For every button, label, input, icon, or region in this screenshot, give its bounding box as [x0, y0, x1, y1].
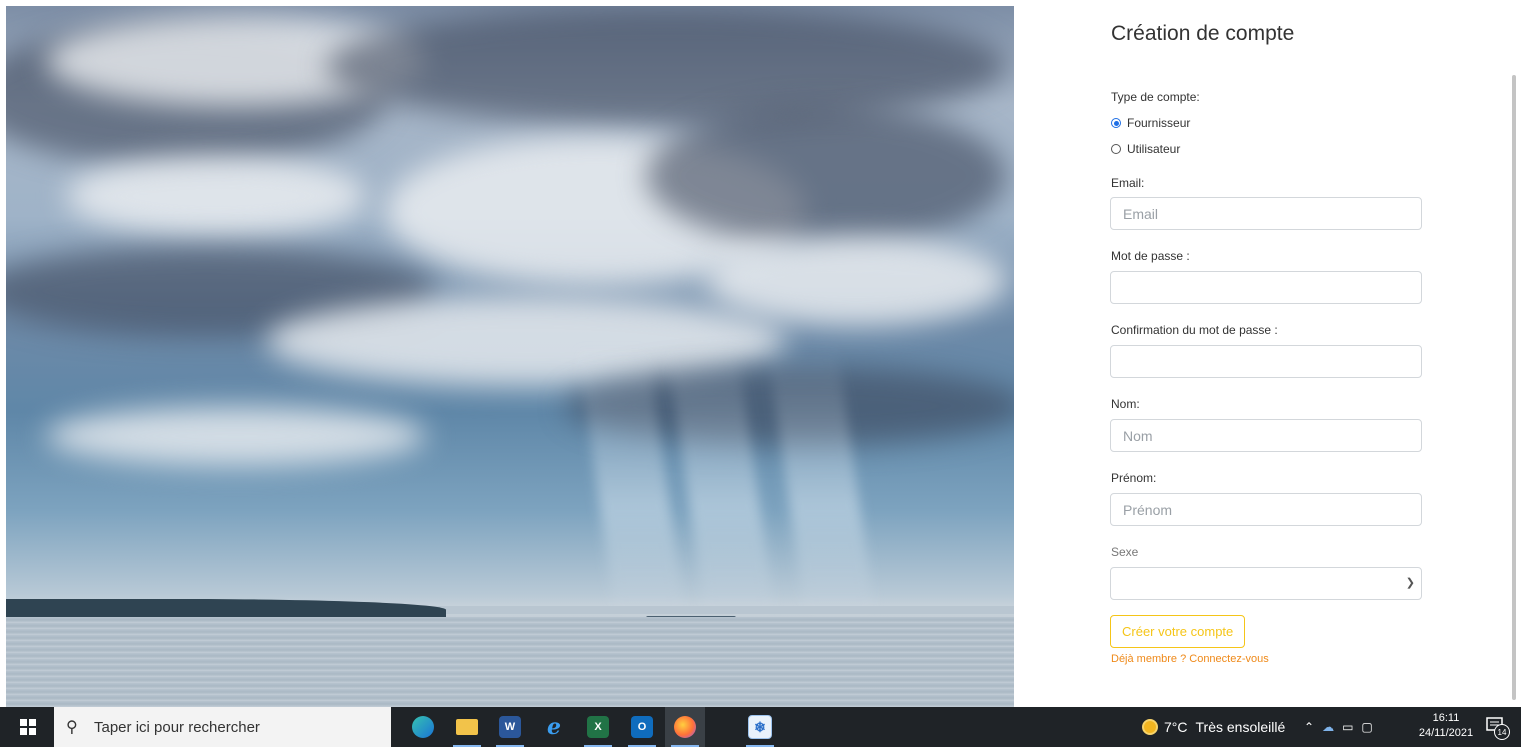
chevron-up-icon[interactable]: ⌃: [1304, 720, 1314, 734]
chevron-down-icon: ❯: [1405, 577, 1415, 589]
tray-icons: ⌃ ☁ ▭ ▢: [1304, 707, 1373, 747]
password-label: Mot de passe :: [1111, 249, 1190, 263]
weather-widget[interactable]: 7°C Très ensoleillé: [1142, 707, 1285, 747]
signup-form: Création de compte Type de compte: Fourn…: [1014, 0, 1514, 707]
gender-label: Sexe: [1111, 545, 1139, 559]
email-label: Email:: [1111, 176, 1145, 190]
edge-icon[interactable]: [403, 707, 443, 747]
first-name-field[interactable]: [1110, 493, 1422, 526]
first-name-label: Prénom:: [1111, 471, 1157, 485]
page-title: Création de compte: [1111, 22, 1295, 45]
login-link[interactable]: Déjà membre ? Connectez-vous: [1111, 653, 1269, 665]
weather-sun-icon: [1142, 719, 1158, 735]
network-icon[interactable]: ▢: [1361, 720, 1372, 734]
clock-time: 16:11: [1432, 712, 1460, 724]
weather-temperature: 7°C: [1164, 719, 1188, 735]
gender-select[interactable]: ❯: [1110, 567, 1422, 600]
taskbar: ⚲ Taper ici pour rechercher W e X O ❄ 7°…: [0, 707, 1521, 747]
last-name-field[interactable]: [1110, 419, 1422, 452]
radio-fournisseur[interactable]: Fournisseur: [1111, 116, 1190, 130]
search-icon: ⚲: [66, 719, 78, 736]
taskbar-clock[interactable]: 16:11 24/11/2021: [1418, 711, 1474, 741]
snipping-tool-icon[interactable]: ❄: [740, 707, 780, 747]
password-confirm-field[interactable]: [1110, 345, 1422, 378]
internet-explorer-icon[interactable]: e: [534, 707, 574, 747]
create-account-button[interactable]: Créer votre compte: [1110, 615, 1246, 648]
scrollbar[interactable]: [1512, 75, 1516, 700]
battery-icon[interactable]: ▭: [1342, 720, 1353, 734]
windows-start-icon[interactable]: [20, 719, 36, 735]
taskbar-search-placeholder: Taper ici pour rechercher: [94, 718, 260, 736]
onedrive-icon[interactable]: ☁: [1322, 720, 1334, 734]
radio-fournisseur-label: Fournisseur: [1127, 116, 1191, 130]
word-icon[interactable]: W: [490, 707, 530, 747]
notification-icon[interactable]: 14: [1486, 716, 1510, 740]
sea: [6, 617, 1014, 707]
outlook-icon[interactable]: O: [622, 707, 662, 747]
firefox-icon[interactable]: [665, 707, 705, 747]
radio-unchecked-icon[interactable]: [1111, 144, 1121, 154]
password-confirm-label: Confirmation du mot de passe :: [1111, 323, 1278, 337]
background-photo: [6, 6, 1014, 707]
account-type-label: Type de compte:: [1111, 90, 1200, 104]
last-name-label: Nom:: [1111, 397, 1140, 411]
taskbar-search[interactable]: ⚲ Taper ici pour rechercher: [54, 707, 391, 747]
weather-condition: Très ensoleillé: [1195, 719, 1286, 735]
clock-date: 24/11/2021: [1418, 727, 1474, 739]
island-silhouette: [6, 599, 446, 617]
radio-utilisateur-label: Utilisateur: [1127, 142, 1181, 156]
radio-utilisateur[interactable]: Utilisateur: [1111, 142, 1180, 156]
radio-checked-icon[interactable]: [1111, 118, 1121, 128]
email-field[interactable]: [1110, 197, 1422, 230]
notification-count: 14: [1494, 724, 1510, 740]
excel-icon[interactable]: X: [578, 707, 618, 747]
file-explorer-icon[interactable]: [447, 707, 487, 747]
password-field[interactable]: [1110, 271, 1422, 304]
